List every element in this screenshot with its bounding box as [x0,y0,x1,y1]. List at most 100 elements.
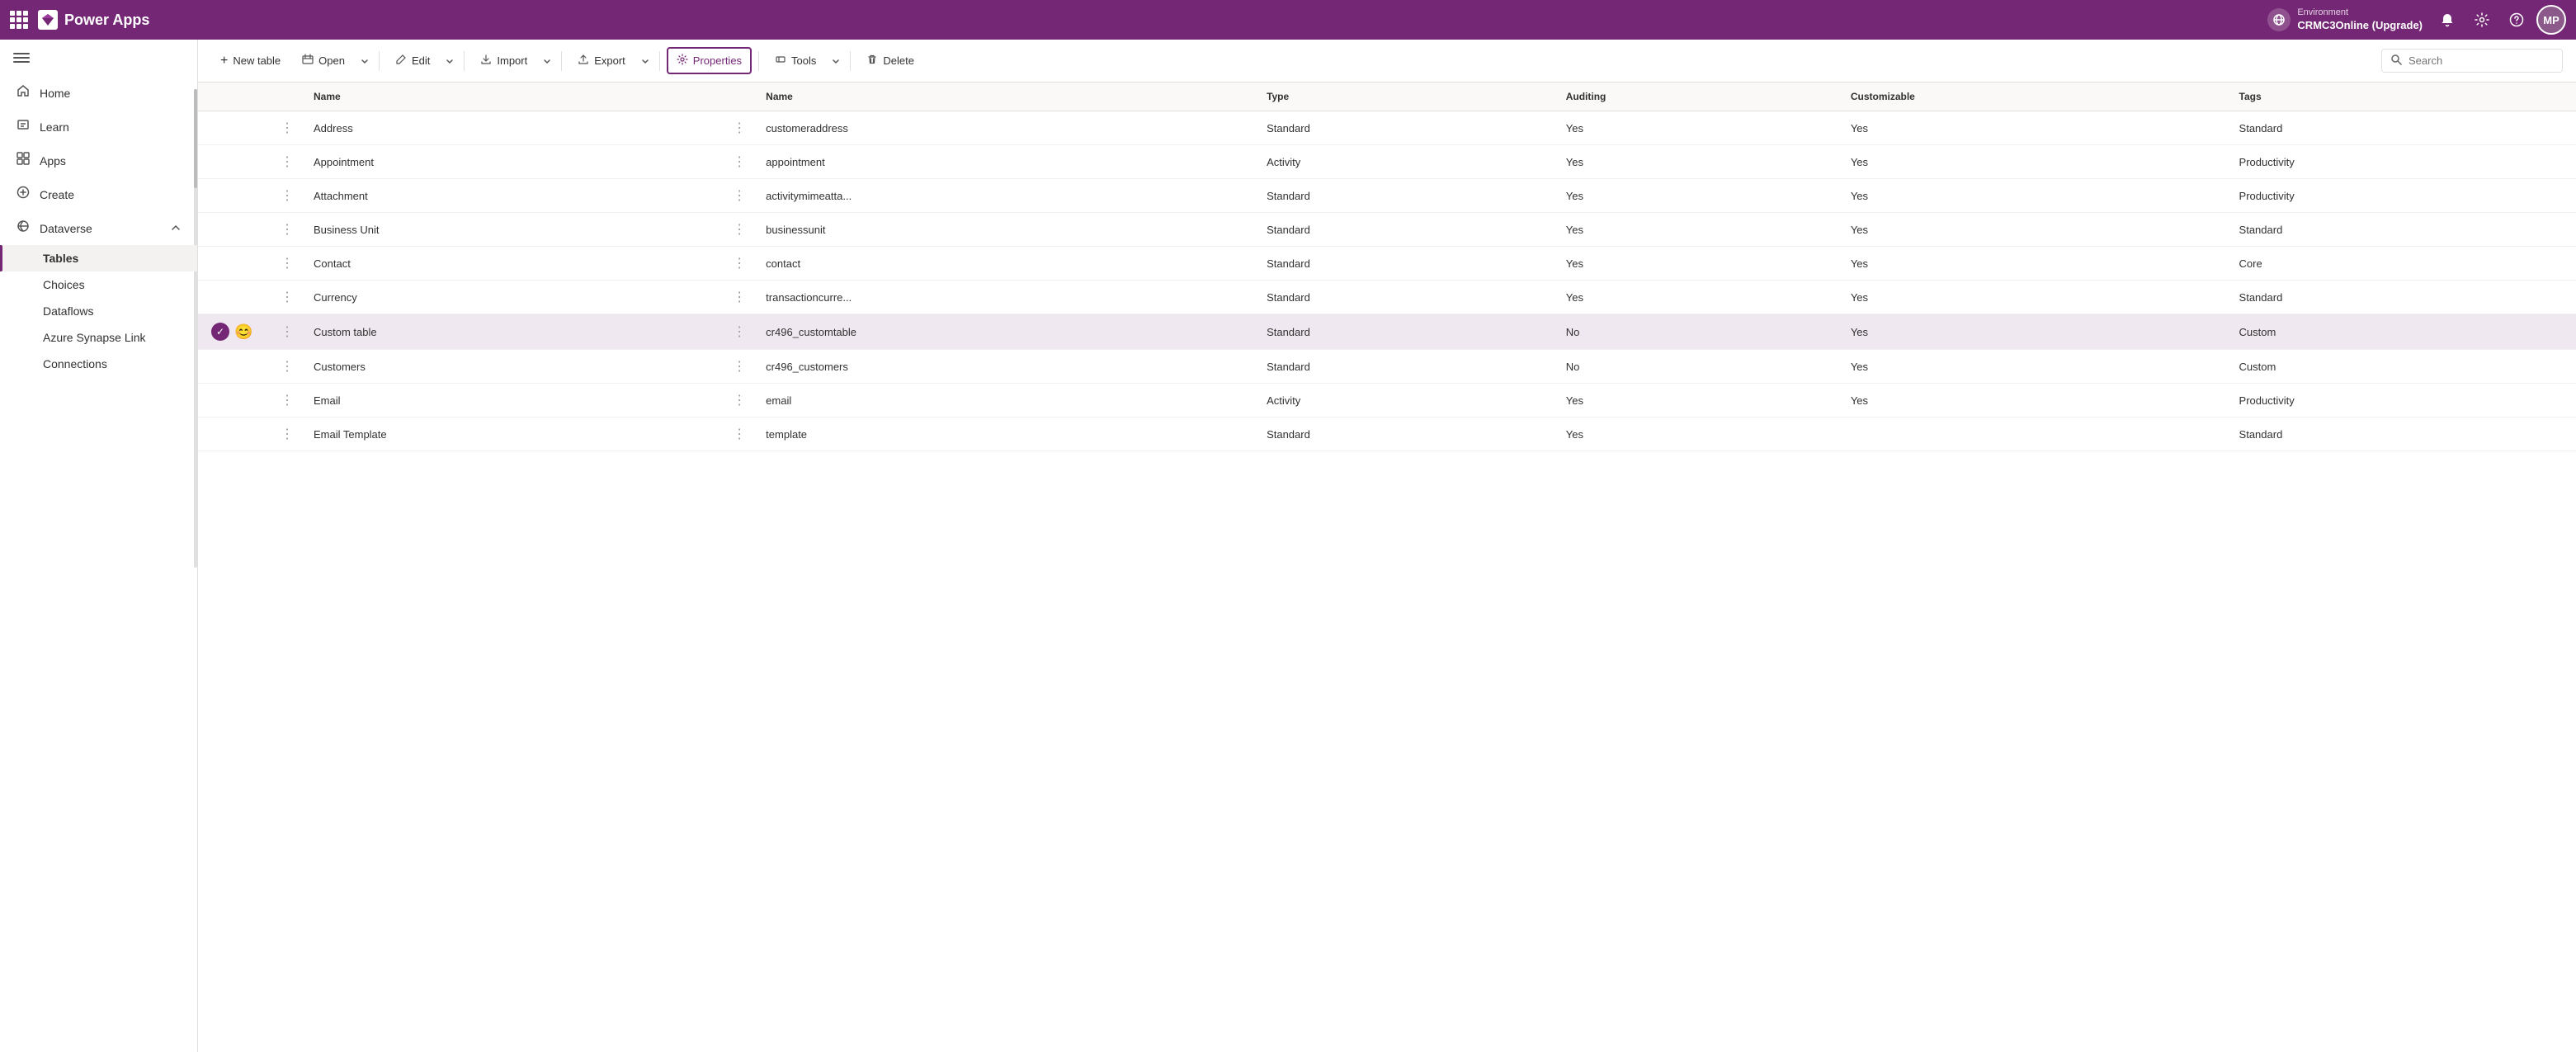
import-dropdown-button[interactable] [540,52,554,70]
sidebar-item-home-label: Home [40,87,70,100]
table-row[interactable]: ✓ 😊 ⋮Custom table⋮cr496_customtableStand… [198,314,2576,350]
open-icon [302,54,314,68]
row-context-menu[interactable]: ⋮ [274,350,300,384]
table-row[interactable]: ⋮Currency⋮transactioncurre...StandardYes… [198,281,2576,314]
row-context-menu[interactable]: ⋮ [274,247,300,281]
environment-name: CRMC3Online (Upgrade) [2297,19,2423,33]
row-context-menu-2[interactable]: ⋮ [726,350,753,384]
properties-button[interactable]: Properties [667,47,752,74]
sidebar-item-learn[interactable]: Learn [0,110,197,144]
sidebar-item-home[interactable]: Home [0,76,197,110]
row-context-menu[interactable]: ⋮ [274,281,300,314]
export-dropdown-button[interactable] [638,52,653,70]
edit-button[interactable]: Edit [386,48,439,73]
sidebar-toggle-button[interactable] [0,40,197,76]
apps-grid-button[interactable] [10,11,28,29]
row-context-menu-2[interactable]: ⋮ [726,417,753,451]
row-context-menu[interactable]: ⋮ [274,111,300,145]
row-context-menu[interactable]: ⋮ [274,213,300,247]
sidebar-item-azure-synapse[interactable]: Azure Synapse Link [0,324,197,351]
sidebar-item-choices[interactable]: Choices [0,271,197,298]
table-row[interactable]: ⋮Address⋮customeraddressStandardYesYesSt… [198,111,2576,145]
tables-table: Name Name Type Auditing Customizable Tag… [198,83,2576,451]
edit-dropdown-button[interactable] [442,52,457,70]
row-context-menu-2[interactable]: ⋮ [726,247,753,281]
row-customizable: Yes [1838,247,2226,281]
row-customizable: Yes [1838,350,2226,384]
content-area: + New table Open Edit [198,40,2576,1052]
sidebar-item-connections[interactable]: Connections [0,351,197,377]
sidebar: Home Learn Apps Create [0,40,198,1052]
table-row[interactable]: ⋮Attachment⋮activitymimeatta...StandardY… [198,179,2576,213]
row-context-menu-2[interactable]: ⋮ [726,213,753,247]
row-logical-name: activitymimeatta... [753,179,1253,213]
import-button[interactable]: Import [471,48,536,73]
row-context-menu-2[interactable]: ⋮ [726,179,753,213]
row-tags: Core [2226,247,2576,281]
row-context-menu[interactable]: ⋮ [274,417,300,451]
row-context-menu[interactable]: ⋮ [274,384,300,417]
environment-info[interactable]: Environment CRMC3Online (Upgrade) [2267,7,2423,32]
sidebar-item-apps[interactable]: Apps [0,144,197,177]
col-header-menu-1 [274,83,300,111]
sidebar-item-apps-label: Apps [40,154,66,167]
tables-list: Name Name Type Auditing Customizable Tag… [198,83,2576,1052]
search-input[interactable] [2409,54,2554,67]
col-header-customizable: Customizable [1838,83,2226,111]
sidebar-dataverse-subsection: Tables Choices Dataflows Azure Synapse L… [0,245,197,377]
sidebar-item-create[interactable]: Create [0,177,197,211]
row-auditing: Yes [1553,213,1838,247]
row-auditing: Yes [1553,384,1838,417]
row-auditing: No [1553,314,1838,350]
create-icon [17,186,30,203]
row-context-menu[interactable]: ⋮ [274,145,300,179]
table-header: Name Name Type Auditing Customizable Tag… [198,83,2576,111]
sidebar-item-azure-synapse-label: Azure Synapse Link [43,331,146,344]
row-context-menu-2[interactable]: ⋮ [726,281,753,314]
row-icons-cell [198,145,274,179]
row-context-menu[interactable]: ⋮ [274,179,300,213]
check-icon: ✓ [211,323,229,341]
delete-icon [866,54,878,68]
user-avatar[interactable]: MP [2536,5,2566,35]
help-button[interactable] [2502,5,2531,35]
tools-dropdown-button[interactable] [828,52,843,70]
row-context-menu[interactable]: ⋮ [274,314,300,350]
sidebar-dataverse-header[interactable]: Dataverse [0,211,197,245]
row-context-menu-2[interactable]: ⋮ [726,384,753,417]
new-table-button[interactable]: + New table [211,48,290,74]
notification-button[interactable] [2432,5,2462,35]
row-context-menu-2[interactable]: ⋮ [726,145,753,179]
row-type: Activity [1253,145,1553,179]
main-layout: Home Learn Apps Create [0,40,2576,1052]
delete-button[interactable]: Delete [857,48,923,73]
table-row[interactable]: ⋮Customers⋮cr496_customersStandardNoYesC… [198,350,2576,384]
toolbar-separator-1 [379,51,380,71]
row-logical-name: cr496_customers [753,350,1253,384]
topbar: Power Apps Environment CRMC3Online (Upgr… [0,0,2576,40]
row-tags: Custom [2226,314,2576,350]
export-button[interactable]: Export [569,48,635,73]
table-row[interactable]: ⋮Email⋮emailActivityYesYesProductivity [198,384,2576,417]
toolbar-separator-2 [464,51,465,71]
col-header-logical-name: Name [753,83,1253,111]
table-row[interactable]: ⋮Email Template⋮templateStandardYesStand… [198,417,2576,451]
row-name: Appointment [300,145,726,179]
row-type: Activity [1253,384,1553,417]
open-label: Open [318,54,345,67]
open-button[interactable]: Open [293,48,354,73]
row-logical-name: cr496_customtable [753,314,1253,350]
row-logical-name: template [753,417,1253,451]
search-box[interactable] [2381,49,2563,73]
tools-button[interactable]: Tools [766,48,825,73]
sidebar-item-tables[interactable]: Tables [0,245,197,271]
open-dropdown-button[interactable] [357,52,372,70]
row-context-menu-2[interactable]: ⋮ [726,111,753,145]
row-context-menu-2[interactable]: ⋮ [726,314,753,350]
table-row[interactable]: ⋮Business Unit⋮businessunitStandardYesYe… [198,213,2576,247]
settings-button[interactable] [2467,5,2497,35]
table-row[interactable]: ⋮Contact⋮contactStandardYesYesCore [198,247,2576,281]
row-name: Contact [300,247,726,281]
sidebar-item-dataflows[interactable]: Dataflows [0,298,197,324]
table-row[interactable]: ⋮Appointment⋮appointmentActivityYesYesPr… [198,145,2576,179]
